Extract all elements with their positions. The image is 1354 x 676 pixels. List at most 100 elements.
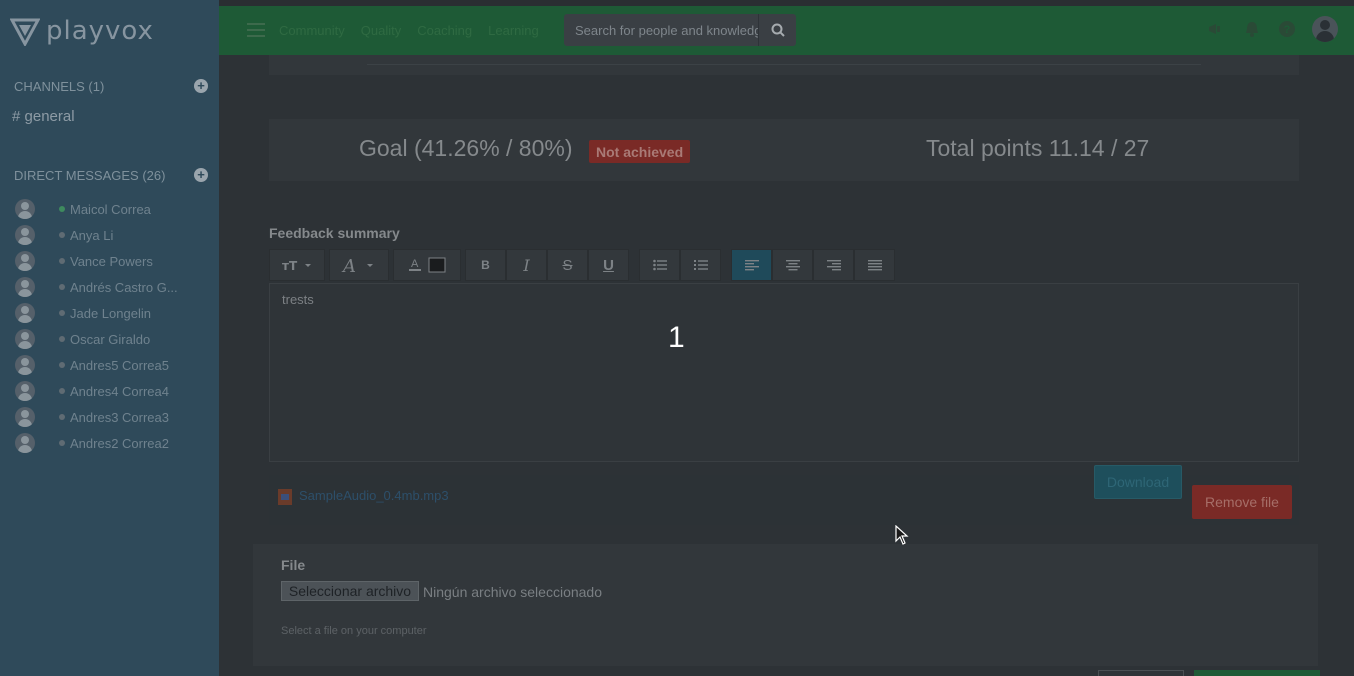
- avatar: [15, 225, 35, 245]
- italic-button[interactable]: I: [506, 249, 547, 281]
- file-status-text: Ningún archivo seleccionado: [423, 584, 602, 600]
- font-family-dropdown[interactable]: A: [329, 249, 389, 281]
- align-justify-button[interactable]: [854, 249, 895, 281]
- align-center-button[interactable]: [772, 249, 813, 281]
- avatar: [15, 251, 35, 271]
- add-channel-icon[interactable]: +: [194, 79, 208, 93]
- align-right-icon: [826, 260, 841, 271]
- goal-card: Goal (41.26% / 80%) Not achieved Total p…: [269, 119, 1299, 181]
- dm-name: Andres3 Correa3: [70, 409, 169, 425]
- avatar: [15, 199, 35, 219]
- dm-name: Andres4 Correa4: [70, 383, 169, 399]
- previous-section: [269, 55, 1299, 75]
- dm-item[interactable]: Vance Powers: [0, 248, 219, 274]
- text-color-picker[interactable]: A: [393, 249, 461, 281]
- remove-file-button[interactable]: Remove file: [1192, 485, 1292, 519]
- underline-button[interactable]: U: [588, 249, 629, 281]
- status-badge: Not achieved: [589, 140, 691, 163]
- numbered-list-button[interactable]: [680, 249, 721, 281]
- strikethrough-button[interactable]: S: [547, 249, 588, 281]
- align-left-icon: [744, 260, 759, 271]
- presence-dot: [59, 440, 65, 446]
- audio-file-icon: [278, 489, 292, 505]
- svg-text:?: ?: [1284, 24, 1291, 36]
- avatar: [15, 381, 35, 401]
- nav-learning[interactable]: Learning: [488, 23, 539, 38]
- text-color-icon: A: [409, 257, 446, 273]
- cancel-button[interactable]: [1098, 670, 1184, 676]
- align-left-button[interactable]: [731, 249, 772, 281]
- sidebar: playvox CHANNELS (1) + # general DIRECT …: [0, 0, 219, 676]
- dm-name: Andrés Castro G...: [70, 279, 178, 295]
- presence-dot: [59, 206, 65, 212]
- bullet-list-icon: [652, 259, 667, 271]
- avatar: [15, 355, 35, 375]
- avatar: [15, 277, 35, 297]
- nav-community[interactable]: Community: [279, 23, 345, 38]
- dm-item[interactable]: Andres5 Correa5: [0, 352, 219, 378]
- dm-item[interactable]: Maicol Correa: [0, 196, 219, 222]
- file-label: File: [281, 557, 306, 573]
- font-size-icon: ᴛT: [282, 259, 311, 271]
- dm-list: Maicol Correa Anya Li Vance Powers Andrés C…: [0, 196, 219, 456]
- direct-messages-title: DIRECT MESSAGES (26): [14, 168, 166, 183]
- editor-content: trests: [282, 292, 314, 307]
- dm-name: Andres2 Correa2: [70, 435, 169, 451]
- presence-dot: [59, 232, 65, 238]
- search-input[interactable]: [564, 14, 758, 46]
- presence-dot: [59, 310, 65, 316]
- dm-item[interactable]: Oscar Giraldo: [0, 326, 219, 352]
- attached-file-row: SampleAudio_0.4mb.mp3 Download Remove fi…: [269, 465, 1299, 525]
- numbered-list-icon: [693, 260, 708, 270]
- user-avatar[interactable]: [1312, 16, 1338, 42]
- channel-general[interactable]: # general: [12, 108, 75, 125]
- font-family-icon: A: [341, 256, 373, 274]
- nav-quality[interactable]: Quality: [361, 23, 401, 38]
- dm-item[interactable]: Andres3 Correa3: [0, 404, 219, 430]
- presence-dot: [59, 336, 65, 342]
- top-nav: Community Quality Coaching Learning: [279, 23, 539, 38]
- bold-button[interactable]: B: [465, 249, 506, 281]
- playvox-logo[interactable]: playvox: [10, 16, 154, 46]
- bullet-list-button[interactable]: [639, 249, 680, 281]
- svg-text:A: A: [341, 256, 356, 274]
- editor-toolbar: ᴛT A A B I S U: [269, 249, 899, 281]
- dm-item[interactable]: Andres2 Correa2: [0, 430, 219, 456]
- presence-dot: [59, 388, 65, 394]
- help-icon[interactable]: ?: [1278, 20, 1296, 38]
- dm-name: Vance Powers: [70, 253, 153, 269]
- search-button[interactable]: [758, 14, 796, 46]
- search-box: [564, 14, 796, 46]
- main-content: Goal (41.26% / 80%) Not achieved Total p…: [219, 55, 1354, 676]
- feedback-summary-label: Feedback summary: [269, 225, 400, 241]
- attached-file-name[interactable]: SampleAudio_0.4mb.mp3: [299, 488, 449, 503]
- megaphone-icon[interactable]: [1207, 20, 1225, 38]
- total-points: Total points 11.14 / 27: [926, 135, 1150, 161]
- dm-item[interactable]: Andres4 Correa4: [0, 378, 219, 404]
- feedback-editor[interactable]: trests: [269, 283, 1299, 462]
- file-upload-card: File Seleccionar archivo Ningún archivo …: [253, 544, 1318, 666]
- svg-text:A: A: [411, 258, 419, 270]
- dm-name: Jade Longelin: [70, 305, 151, 321]
- avatar: [15, 407, 35, 427]
- dm-item[interactable]: Andrés Castro G...: [0, 274, 219, 300]
- nav-coaching[interactable]: Coaching: [417, 23, 472, 38]
- avatar: [15, 303, 35, 323]
- add-dm-icon[interactable]: +: [194, 168, 208, 182]
- presence-dot: [59, 284, 65, 290]
- presence-dot: [59, 258, 65, 264]
- menu-icon[interactable]: [247, 23, 265, 37]
- step-number-overlay: 1: [668, 321, 685, 354]
- search-icon: [771, 23, 785, 37]
- dm-item[interactable]: Anya Li: [0, 222, 219, 248]
- download-button[interactable]: Download: [1094, 465, 1182, 499]
- align-justify-icon: [867, 260, 882, 271]
- bell-icon[interactable]: [1243, 20, 1261, 38]
- font-size-dropdown[interactable]: ᴛT: [269, 249, 325, 281]
- align-right-button[interactable]: [813, 249, 854, 281]
- choose-file-button[interactable]: Seleccionar archivo: [281, 581, 419, 601]
- dm-item[interactable]: Jade Longelin: [0, 300, 219, 326]
- submit-button[interactable]: [1194, 670, 1320, 676]
- align-center-icon: [785, 260, 800, 271]
- playvox-logo-icon: [10, 18, 40, 46]
